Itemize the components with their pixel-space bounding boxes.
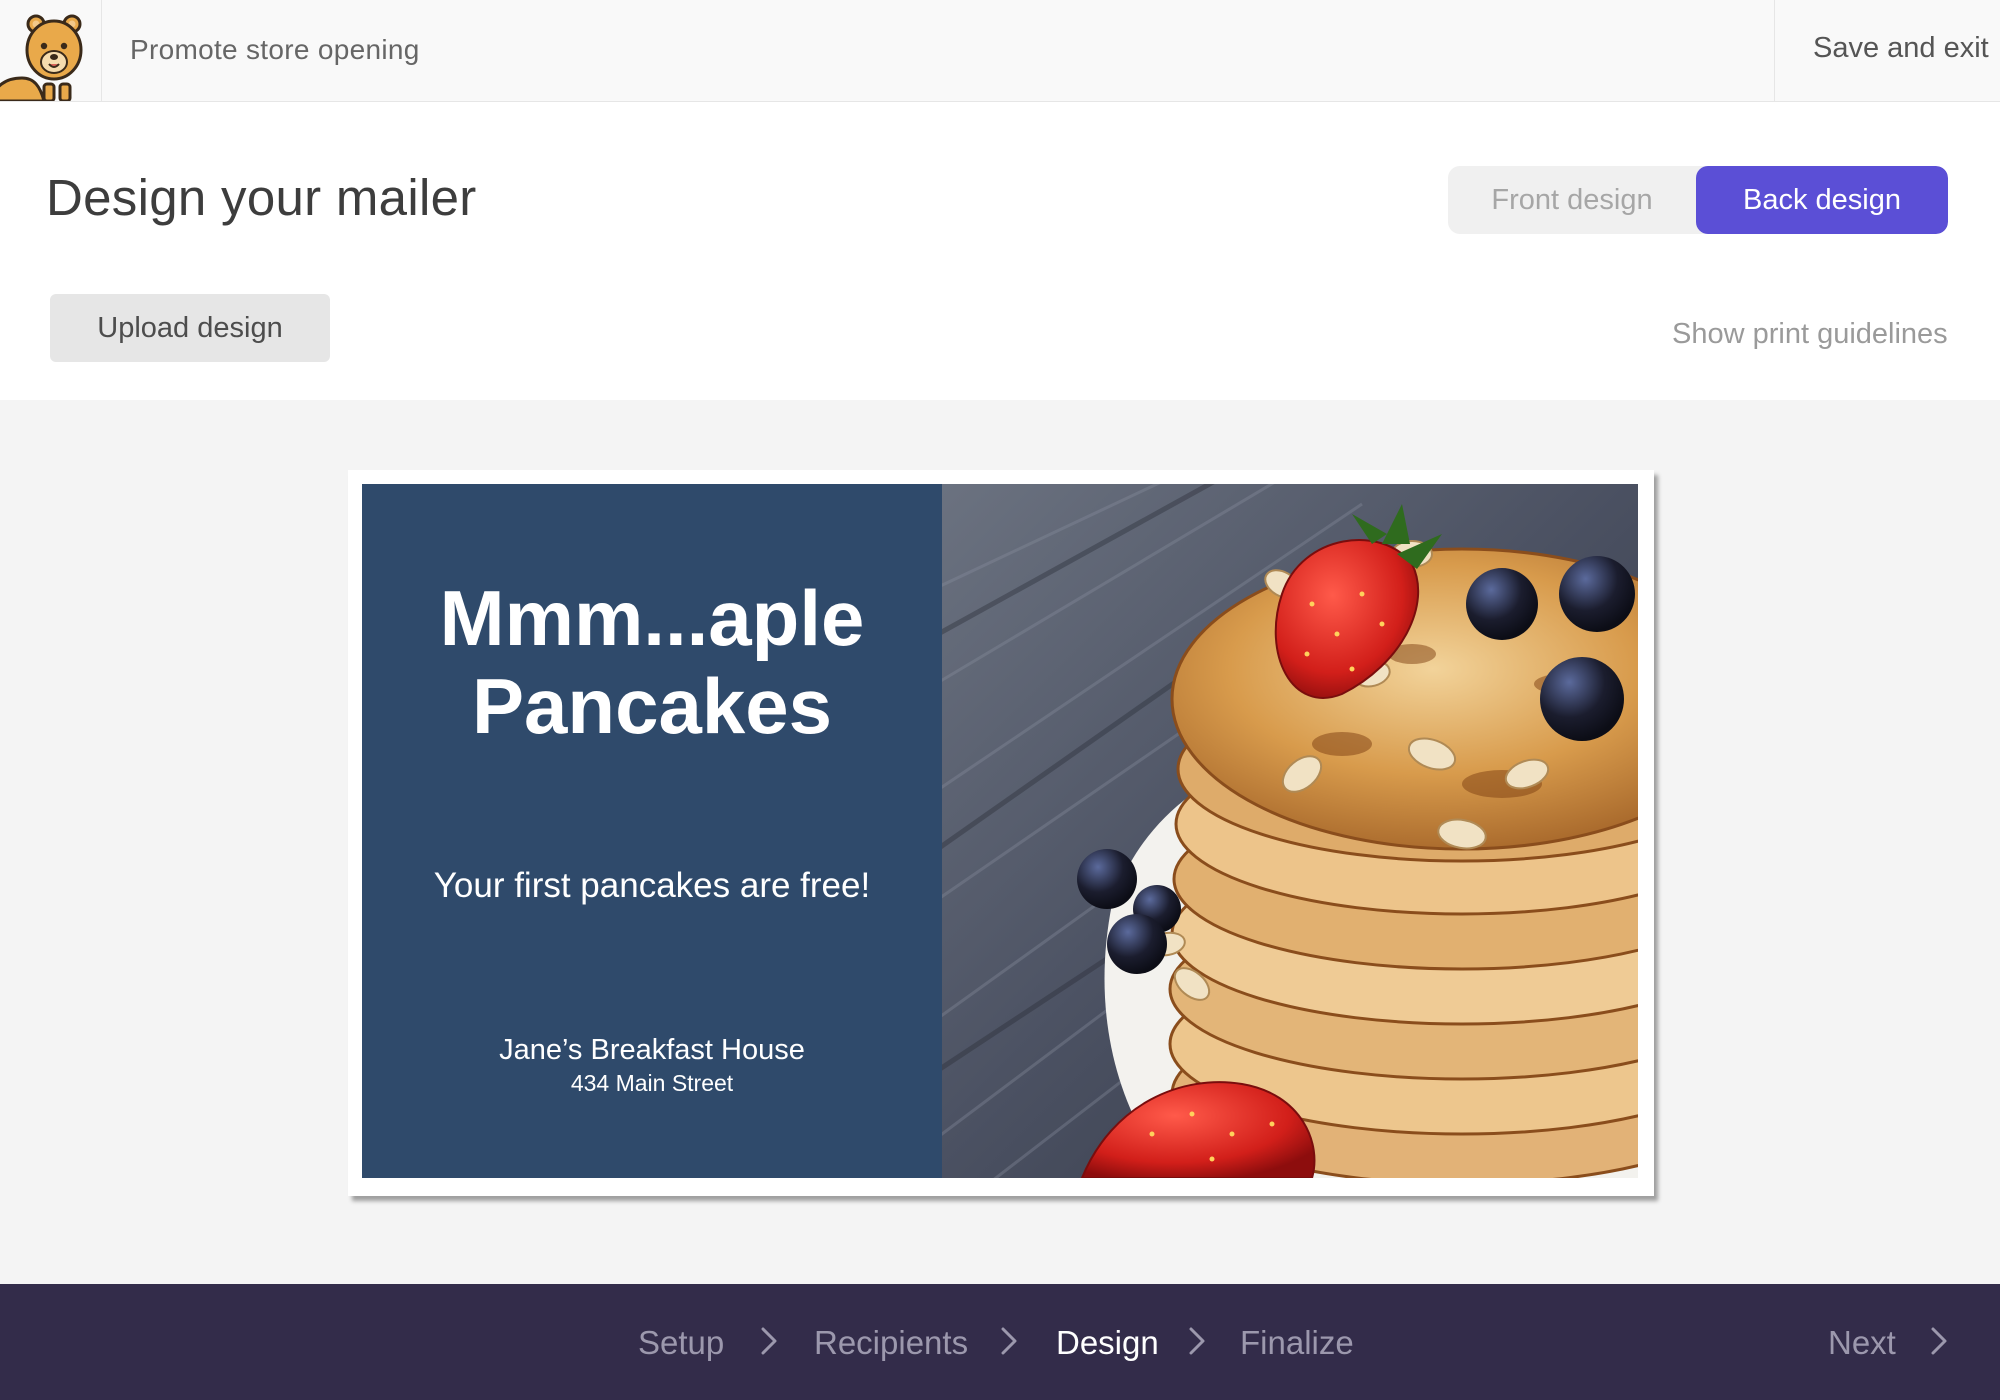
step-design[interactable]: Design <box>1056 1324 1159 1362</box>
save-and-exit-button[interactable]: Save and exit <box>1813 32 1989 65</box>
pancake-photo <box>942 484 1638 1178</box>
save-exit-cell: Save and exit <box>1774 0 2000 101</box>
headline-line-2: Pancakes <box>472 662 832 750</box>
chevron-right-icon[interactable] <box>1930 1326 1948 1356</box>
pancake-stack-image <box>942 484 1638 1178</box>
design-side-toggle: Front design Back design <box>1448 166 1948 234</box>
mailer-preview[interactable]: Mmm...aple Pancakes Your first pancakes … <box>348 470 1654 1196</box>
upload-design-button[interactable]: Upload design <box>50 294 330 362</box>
bear-mascot-icon <box>0 14 83 101</box>
front-design-tab[interactable]: Front design <box>1448 166 1696 234</box>
step-navigation: Setup Recipients Design Finalize Next <box>0 1284 2000 1400</box>
headline-line-1: Mmm...aple <box>439 574 865 662</box>
page-title: Design your mailer <box>46 169 477 226</box>
mailer-text-panel: Mmm...aple Pancakes Your first pancakes … <box>362 484 942 1178</box>
show-print-guidelines-link[interactable]: Show print guidelines <box>1672 318 1948 351</box>
design-canvas: Mmm...aple Pancakes Your first pancakes … <box>0 400 2000 1284</box>
top-bar: Promote store opening Save and exit <box>0 0 2000 102</box>
campaign-title: Promote store opening <box>130 34 420 65</box>
step-recipients[interactable]: Recipients <box>814 1324 968 1362</box>
next-label: Next <box>1828 1324 1896 1361</box>
chevron-right-icon <box>761 1327 777 1355</box>
mailer-address: 434 Main Street <box>570 1070 734 1096</box>
mailer-business-name: Jane’s Breakfast House <box>499 1034 805 1066</box>
back-design-tab[interactable]: Back design <box>1696 166 1948 234</box>
mailer-offer: Your first pancakes are free! <box>433 866 871 905</box>
step-setup[interactable]: Setup <box>638 1324 724 1362</box>
logo[interactable] <box>0 0 102 101</box>
step-finalize[interactable]: Finalize <box>1240 1324 1354 1362</box>
next-button[interactable]: Next <box>1828 1324 1896 1362</box>
chevron-right-icon <box>1001 1327 1017 1355</box>
chevron-right-icon <box>1189 1327 1205 1355</box>
mailer-headline: Mmm...aple Pancakes <box>362 574 942 750</box>
